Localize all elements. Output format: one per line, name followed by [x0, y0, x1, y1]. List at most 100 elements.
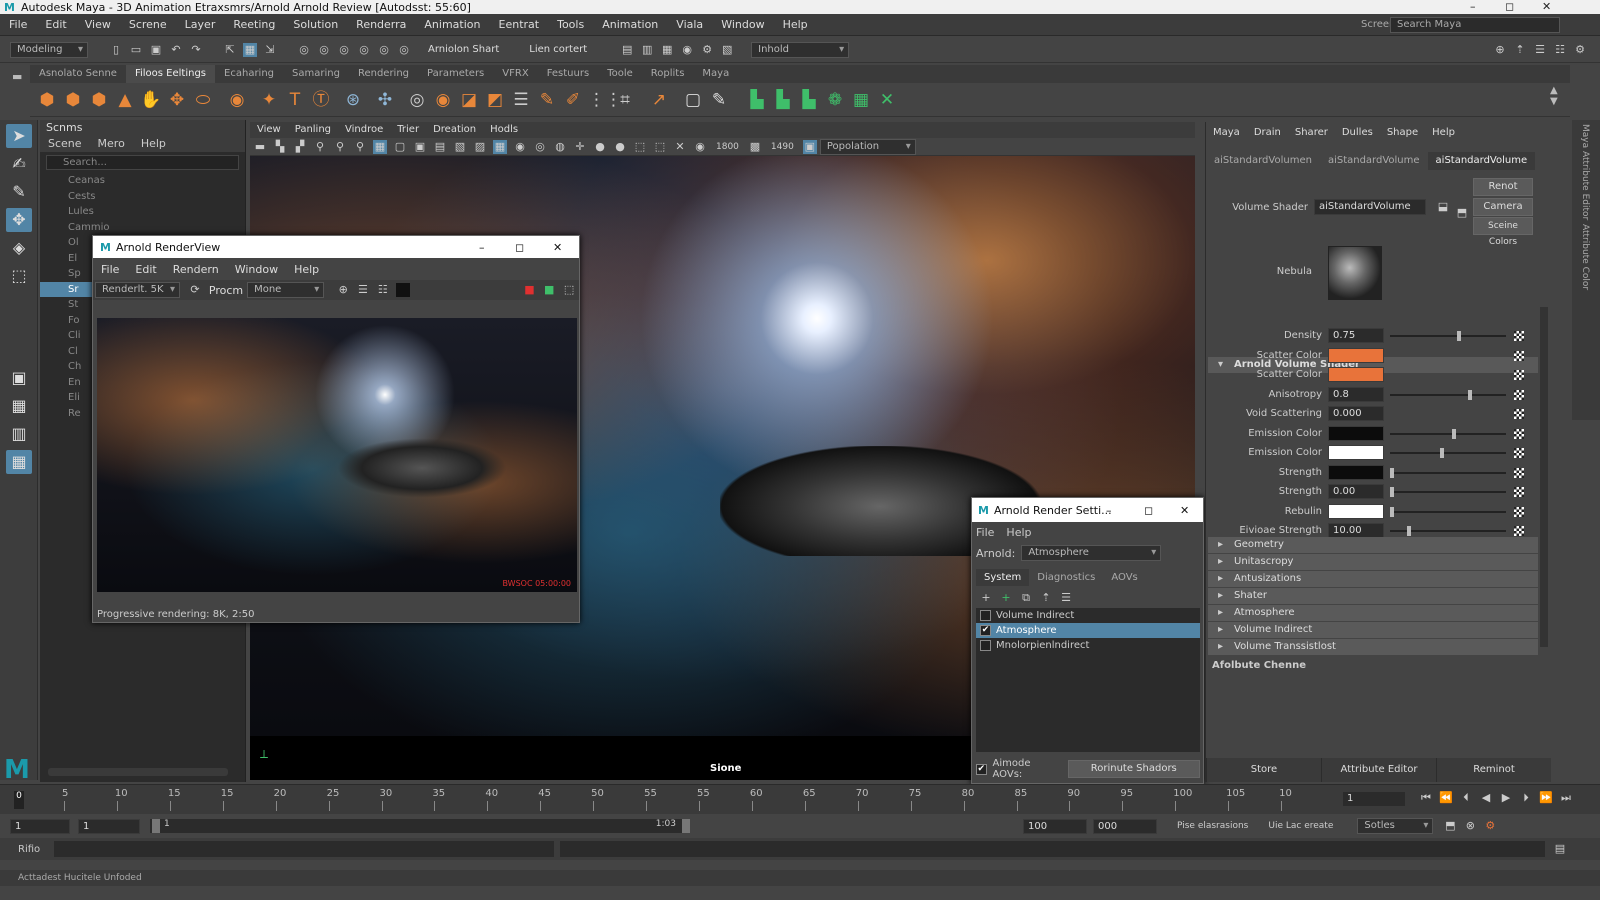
- renderview-distribute-icon[interactable]: ☷: [376, 283, 390, 297]
- rv-menu-edit[interactable]: Edit: [127, 263, 164, 276]
- ae-menu-help[interactable]: Help: [1425, 124, 1462, 142]
- add-icon[interactable]: +: [979, 591, 993, 605]
- attribute-editor-icon[interactable]: ☷: [1553, 43, 1567, 57]
- color-mgmt-icon[interactable]: ▣: [802, 139, 817, 154]
- menu-animation[interactable]: Animation: [415, 18, 489, 31]
- attribute-slider[interactable]: [1390, 487, 1506, 497]
- shelf-light-icon[interactable]: ✋: [140, 89, 162, 111]
- list-item-checkbox[interactable]: [980, 610, 991, 621]
- script-editor-icon[interactable]: ▤: [1553, 842, 1567, 856]
- open-scene-icon[interactable]: ▭: [129, 43, 143, 57]
- shelf-text-icon[interactable]: T: [284, 89, 306, 111]
- shelf-lattice-icon[interactable]: ⌗: [614, 89, 636, 111]
- slider-knob[interactable]: [1440, 448, 1445, 458]
- slider-knob[interactable]: [1390, 506, 1394, 517]
- shelf-cylinder-icon[interactable]: ⬢: [88, 89, 110, 111]
- anim-start-field[interactable]: 1: [10, 818, 70, 834]
- new-scene-icon[interactable]: ▯: [109, 43, 123, 57]
- shelf-cone-icon[interactable]: ▲: [114, 89, 136, 111]
- renderview-crop-icon[interactable]: ⬚: [562, 283, 576, 297]
- map-texture-icon[interactable]: [1514, 448, 1524, 458]
- tab-attribute-color[interactable]: Attribute Color: [1580, 224, 1590, 290]
- current-frame-marker[interactable]: 0: [14, 791, 24, 809]
- attribute-value-field[interactable]: 0.75: [1328, 328, 1384, 344]
- snap-plane-icon[interactable]: ◎: [357, 43, 371, 57]
- scale-tool-icon[interactable]: ⬚: [6, 264, 32, 288]
- color-swatch[interactable]: [1328, 367, 1384, 383]
- shelf-green-a-icon[interactable]: ▙: [746, 89, 768, 111]
- play-forward-icon[interactable]: ▶: [1499, 791, 1513, 805]
- color-swatch[interactable]: [1328, 445, 1384, 461]
- map-texture-icon[interactable]: [1514, 506, 1524, 517]
- color-swatch[interactable]: [1328, 347, 1384, 363]
- renderview-align-icon[interactable]: ☰: [356, 283, 370, 297]
- section-shater[interactable]: Shater: [1208, 588, 1538, 604]
- rv-menu-help[interactable]: Help: [286, 263, 327, 276]
- shadows-icon[interactable]: ▨: [473, 140, 487, 154]
- map-texture-icon[interactable]: [1514, 370, 1524, 380]
- isolate-icon[interactable]: ▦: [493, 139, 507, 154]
- rs-menu-file[interactable]: File: [976, 526, 994, 539]
- display-mode-dropdown[interactable]: Popolation: [819, 138, 916, 155]
- tab-aovs[interactable]: AOVs: [1103, 569, 1145, 586]
- anim-layer-dropdown[interactable]: Sotles: [1357, 818, 1434, 834]
- redo-icon[interactable]: ↷: [189, 43, 203, 57]
- shelf-tab-toole[interactable]: Toole: [598, 65, 642, 83]
- vp-tool-e-icon[interactable]: ⚲: [353, 140, 367, 154]
- vp-tool-d-icon[interactable]: ⚲: [333, 140, 347, 154]
- section-volume-indirect[interactable]: Volume Indirect: [1208, 622, 1538, 638]
- shelf-tab-filoos-eeltings[interactable]: Filoos Eeltings: [125, 65, 216, 83]
- select-component-icon[interactable]: ⇲: [263, 43, 277, 57]
- maximize-button[interactable]: ◻: [1505, 0, 1514, 13]
- attribute-slider[interactable]: [1390, 526, 1506, 536]
- outliner-item[interactable]: Cammio: [40, 220, 245, 236]
- xray-icon[interactable]: ◉: [513, 140, 527, 154]
- shelf-sphere-wire-icon[interactable]: ⊛: [342, 89, 364, 111]
- gamma-icon[interactable]: ▩: [748, 140, 762, 154]
- vp-tool-b-icon[interactable]: ▞: [293, 140, 307, 154]
- slider-knob[interactable]: [1451, 428, 1456, 439]
- map-texture-icon[interactable]: [1514, 487, 1524, 497]
- character-label[interactable]: Uie Lac ereate: [1268, 821, 1333, 831]
- render-region-icon[interactable]: ▤: [620, 43, 634, 57]
- procm-dropdown[interactable]: Mone: [247, 282, 325, 298]
- list-item-checkbox-checked[interactable]: ✔: [980, 625, 991, 636]
- duplicate-icon[interactable]: ⧉: [1019, 591, 1033, 605]
- slider-knob[interactable]: [1390, 467, 1394, 478]
- list-menu-icon[interactable]: ☰: [1059, 591, 1073, 605]
- renderview-camera-dropdown[interactable]: Renderlt. 5K: [95, 282, 181, 298]
- outliner-menu-scene[interactable]: Scene: [40, 136, 90, 152]
- search-maya-input[interactable]: Search Maya: [1390, 17, 1560, 33]
- renderview-maximize-button[interactable]: ◻: [515, 241, 524, 254]
- menu-set-label[interactable]: Arniolon Shart: [428, 44, 499, 55]
- vp-menu-panling[interactable]: Panling: [288, 122, 338, 138]
- paint-tool-icon[interactable]: ✎: [6, 180, 32, 204]
- layout-four-icon[interactable]: ▦: [6, 394, 32, 418]
- section-geometry[interactable]: Geometry: [1208, 537, 1538, 553]
- move-up-icon[interactable]: ⇡: [1039, 591, 1053, 605]
- shelf-green-d-icon[interactable]: ❁: [824, 89, 846, 111]
- close-button[interactable]: ✕: [1542, 0, 1551, 13]
- attribute-slider[interactable]: [1390, 389, 1506, 400]
- snap-surface-icon[interactable]: ◎: [377, 43, 391, 57]
- undo-icon[interactable]: ↶: [169, 43, 183, 57]
- ae-tab-active[interactable]: aiStandardVolume: [1427, 152, 1536, 170]
- layout-single-icon[interactable]: ▣: [6, 366, 32, 390]
- outliner-item[interactable]: Ceanas: [40, 173, 245, 189]
- rv-menu-window[interactable]: Window: [227, 263, 286, 276]
- shelf-circle-icon[interactable]: ◎: [406, 89, 428, 111]
- select-tool-icon[interactable]: ➤: [6, 124, 32, 148]
- outliner-item[interactable]: Cests: [40, 189, 245, 205]
- dof-icon[interactable]: ●: [593, 140, 607, 154]
- rs-menu-help[interactable]: Help: [1006, 526, 1031, 539]
- add-green-icon[interactable]: +: [999, 591, 1013, 605]
- attribute-slider[interactable]: [1390, 506, 1506, 517]
- textured-icon[interactable]: ▤: [433, 140, 447, 154]
- attribute-scrollbar[interactable]: [1540, 307, 1548, 647]
- menu-animation-2[interactable]: Animation: [593, 18, 667, 31]
- shelf-tab-parameters[interactable]: Parameters: [418, 65, 493, 83]
- attribute-value-field[interactable]: 0.000: [1328, 406, 1384, 422]
- list-item-checkbox[interactable]: [980, 640, 991, 651]
- shelf-sun-icon[interactable]: ◉: [226, 89, 248, 111]
- vp-tool-c-icon[interactable]: ⚲: [313, 140, 327, 154]
